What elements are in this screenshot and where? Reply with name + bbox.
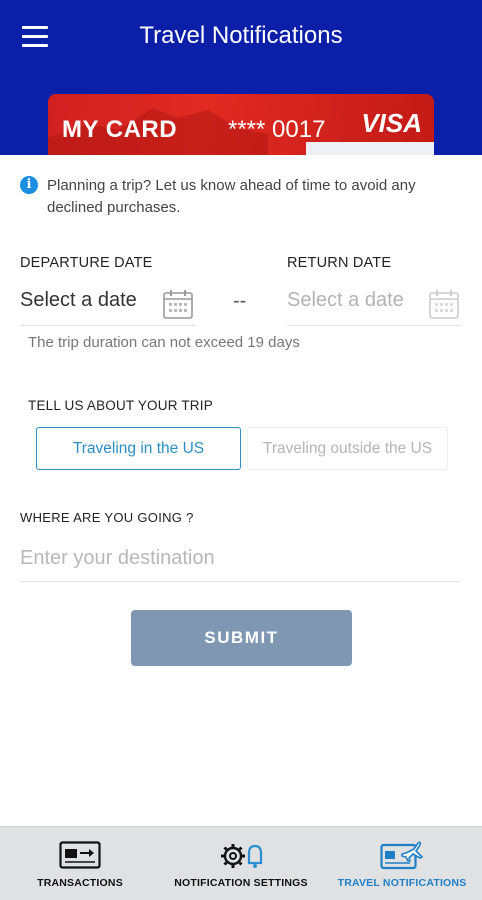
- calendar-icon[interactable]: [162, 288, 194, 320]
- departure-date-label: DEPARTURE DATE: [20, 255, 153, 271]
- page-title: Travel Notifications: [139, 22, 343, 49]
- trip-type-label: TELL US ABOUT YOUR TRIP: [28, 398, 213, 413]
- gear-bell-icon: [221, 844, 263, 868]
- card-name: MY CARD: [62, 116, 178, 143]
- card-airplane-icon: [380, 841, 423, 870]
- info-text: Planning a trip? Let us know ahead of ti…: [47, 177, 416, 216]
- return-date-value: Select a date: [287, 289, 404, 311]
- destination-label: WHERE ARE YOU GOING ?: [20, 510, 194, 525]
- nav-notification-settings-label: NOTIFICATION SETTINGS: [174, 877, 308, 889]
- nav-transactions-label: TRANSACTIONS: [37, 877, 123, 889]
- nav-travel-notifications[interactable]: TRAVEL NOTIFICATIONS: [322, 827, 482, 900]
- transactions-card-icon: [59, 841, 101, 869]
- nav-transactions[interactable]: TRANSACTIONS: [0, 827, 160, 900]
- card-number: **** 0017: [228, 116, 326, 143]
- app-header: Travel Notifications MY CARD **** 0017 V…: [0, 0, 482, 174]
- bottom-nav: TRANSACTIONS NOTIFICATION SETTINGS TRAVE…: [0, 826, 482, 900]
- traveling-in-us-button[interactable]: Traveling in the US: [36, 427, 241, 470]
- return-date-field[interactable]: Select a date: [287, 282, 462, 326]
- trip-duration-hint: The trip duration can not exceed 19 days: [28, 334, 300, 351]
- nav-travel-notifications-label: TRAVEL NOTIFICATIONS: [337, 877, 467, 889]
- info-icon: i: [20, 176, 38, 194]
- departure-date-field[interactable]: Select a date: [20, 282, 196, 326]
- submit-button[interactable]: SUBMIT: [131, 610, 352, 666]
- calendar-icon[interactable]: [428, 288, 460, 320]
- departure-date-value: Select a date: [20, 289, 137, 311]
- traveling-outside-us-button[interactable]: Traveling outside the US: [247, 427, 448, 470]
- destination-input[interactable]: [20, 536, 461, 582]
- date-separator: --: [233, 290, 247, 312]
- return-date-label: RETURN DATE: [287, 255, 392, 271]
- nav-notification-settings[interactable]: NOTIFICATION SETTINGS: [160, 827, 322, 900]
- card-strip: [306, 142, 434, 156]
- visa-logo: VISA: [361, 108, 422, 138]
